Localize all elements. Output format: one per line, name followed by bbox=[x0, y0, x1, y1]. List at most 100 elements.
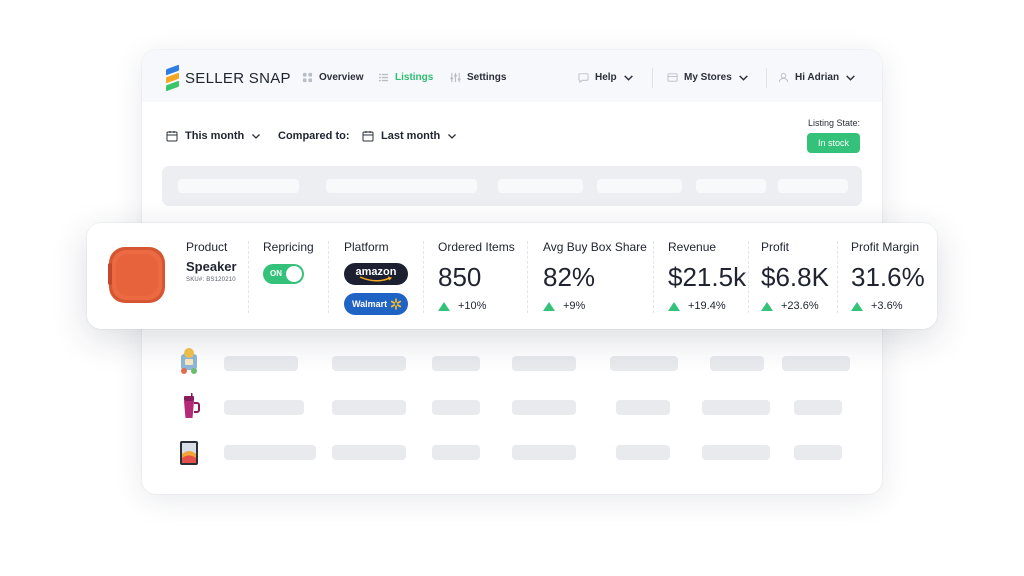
nav-settings-label: Settings bbox=[467, 72, 507, 83]
metric-header: Avg Buy Box Share bbox=[543, 240, 647, 254]
trend-up-icon bbox=[668, 301, 680, 311]
user-icon bbox=[778, 72, 789, 83]
repricing-toggle[interactable]: ON bbox=[263, 264, 304, 284]
metric-delta: +9% bbox=[543, 300, 585, 312]
column-divider bbox=[653, 241, 654, 313]
placeholder-pill bbox=[326, 179, 477, 193]
placeholder-pill bbox=[432, 356, 480, 371]
placeholder-pill bbox=[224, 356, 298, 371]
user-menu-label: Hi Adrian bbox=[795, 72, 840, 83]
column-divider bbox=[423, 241, 424, 313]
top-navigation-bar: SELLER SNAP Overview Listings Settings H… bbox=[142, 50, 882, 102]
chevron-down-icon bbox=[738, 75, 748, 81]
placeholder-pill bbox=[702, 445, 770, 460]
product-name[interactable]: Speaker bbox=[186, 259, 237, 274]
metric-value: 850 bbox=[438, 262, 482, 292]
repricing-toggle-label: ON bbox=[270, 269, 282, 278]
overview-grid-icon bbox=[302, 72, 313, 83]
placeholder-pill bbox=[332, 445, 406, 460]
placeholder-pill bbox=[224, 400, 304, 415]
chevron-down-icon bbox=[252, 134, 261, 139]
store-icon bbox=[667, 73, 678, 82]
platform-header: Platform bbox=[344, 240, 389, 254]
product-highlight-card[interactable]: Product Speaker SKU#: BS120210 Repricing… bbox=[87, 223, 937, 329]
nav-settings[interactable]: Settings bbox=[450, 72, 506, 83]
trend-up-icon bbox=[851, 301, 863, 311]
stores-menu-label: My Stores bbox=[684, 72, 732, 83]
nav-listings[interactable]: Listings bbox=[378, 72, 433, 83]
period-dropdown[interactable]: This month bbox=[166, 130, 261, 142]
nav-listings-label: Listings bbox=[395, 72, 434, 83]
compared-to-label: Compared to: bbox=[278, 130, 350, 142]
chevron-down-icon bbox=[448, 134, 457, 139]
metric-value: $6.8K bbox=[761, 262, 829, 292]
speaker-product-image bbox=[108, 247, 165, 303]
compare-period-dropdown[interactable]: Last month bbox=[362, 130, 457, 142]
chevron-down-icon bbox=[846, 75, 855, 81]
placeholder-pill bbox=[512, 400, 576, 415]
placeholder-pill bbox=[616, 400, 670, 415]
brand-name: SELLER SNAP bbox=[185, 69, 291, 87]
nav-overview-label: Overview bbox=[319, 72, 364, 83]
placeholder-pill bbox=[702, 400, 770, 415]
metric-header: Ordered Items bbox=[438, 240, 515, 254]
metric-delta: +10% bbox=[438, 300, 486, 312]
compare-period-value: Last month bbox=[381, 130, 441, 142]
listing-state: Listing State: In stock bbox=[806, 118, 860, 153]
tumbler-product-icon[interactable] bbox=[174, 392, 204, 422]
trend-up-icon bbox=[543, 301, 555, 311]
user-menu[interactable]: Hi Adrian bbox=[778, 72, 856, 83]
metric-delta: +3.6% bbox=[851, 300, 903, 312]
stores-menu[interactable]: My Stores bbox=[667, 72, 749, 83]
calendar-icon bbox=[362, 131, 374, 142]
column-divider bbox=[748, 241, 749, 313]
calendar-icon bbox=[166, 131, 178, 142]
placeholder-pill bbox=[178, 179, 299, 193]
column-divider bbox=[527, 241, 528, 313]
amazon-badge[interactable]: amazon bbox=[344, 263, 408, 285]
tablet-product-icon[interactable] bbox=[174, 438, 204, 468]
nav-divider bbox=[766, 68, 767, 88]
placeholder-pill bbox=[332, 400, 406, 415]
walmart-spark-icon bbox=[390, 298, 402, 310]
column-divider bbox=[837, 241, 838, 313]
period-dropdown-value: This month bbox=[185, 130, 245, 142]
placeholder-pill bbox=[332, 356, 406, 371]
metric-header: Profit Margin bbox=[851, 240, 920, 254]
nav-divider bbox=[652, 68, 653, 88]
brand-logo[interactable]: SELLER SNAP bbox=[166, 64, 291, 92]
column-divider bbox=[328, 241, 329, 313]
placeholder-pill bbox=[512, 445, 576, 460]
placeholder-pill bbox=[616, 445, 670, 460]
repricing-header: Repricing bbox=[263, 240, 314, 254]
amazon-smile-icon bbox=[359, 276, 393, 282]
placeholder-pill bbox=[597, 179, 682, 193]
metric-header: Profit bbox=[761, 240, 790, 254]
placeholder-pill bbox=[224, 445, 316, 460]
toy-product-icon[interactable] bbox=[174, 346, 204, 376]
placeholder-pill bbox=[432, 400, 480, 415]
help-menu[interactable]: Help bbox=[578, 72, 634, 83]
column-divider bbox=[248, 241, 249, 313]
placeholder-pill bbox=[610, 356, 678, 371]
placeholder-pill bbox=[512, 356, 576, 371]
metric-header: Revenue bbox=[668, 240, 717, 254]
listing-state-label: Listing State: bbox=[807, 118, 860, 128]
chat-bubble-icon bbox=[578, 73, 589, 83]
product-sku: SKU#: BS120210 bbox=[186, 277, 236, 283]
metric-value: 82% bbox=[543, 262, 596, 292]
trend-up-icon bbox=[761, 301, 773, 311]
walmart-label: Walmart bbox=[352, 299, 388, 309]
walmart-badge[interactable]: Walmart bbox=[344, 293, 408, 315]
product-header: Product bbox=[186, 240, 228, 254]
table-header-placeholder bbox=[162, 166, 862, 206]
toggle-knob bbox=[286, 266, 302, 282]
placeholder-pill bbox=[432, 445, 480, 460]
placeholder-pill bbox=[782, 356, 850, 371]
trend-up-icon bbox=[438, 301, 450, 311]
listing-state-badge[interactable]: In stock bbox=[806, 133, 860, 153]
nav-overview[interactable]: Overview bbox=[302, 72, 363, 83]
chevron-down-icon bbox=[623, 75, 633, 81]
metric-value: 31.6% bbox=[851, 262, 925, 292]
help-menu-label: Help bbox=[595, 72, 617, 83]
